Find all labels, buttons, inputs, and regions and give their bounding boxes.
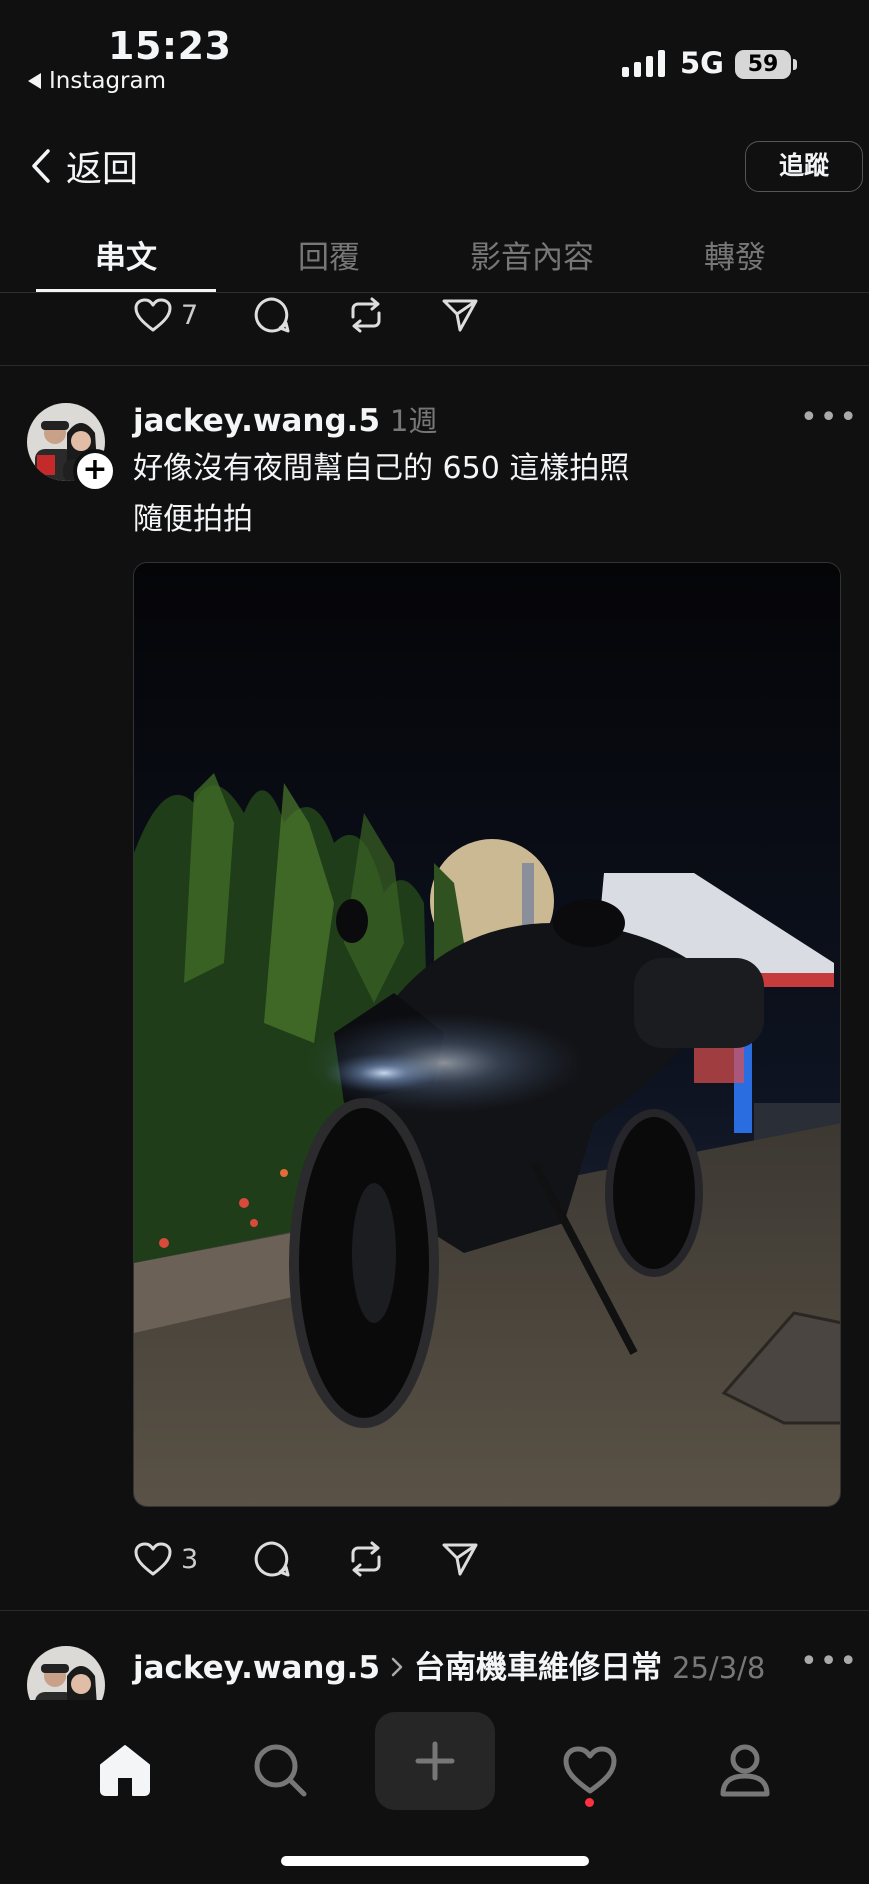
heart-icon: [134, 298, 172, 332]
like-button[interactable]: 7: [133, 297, 253, 333]
back-app-label: Instagram: [49, 68, 167, 94]
like-button[interactable]: 3: [133, 1541, 253, 1577]
tab-replies[interactable]: 回覆: [220, 232, 438, 277]
post-text-line-2: 隨便拍拍: [133, 502, 253, 537]
next-post-date: 25/3/8: [672, 1651, 766, 1685]
repost-icon: [351, 1541, 381, 1577]
send-icon: [442, 299, 478, 332]
send-icon: [442, 1543, 478, 1576]
battery-icon: 59: [735, 50, 791, 79]
post-time: 1週: [390, 404, 438, 438]
chevron-right-icon: [391, 1657, 403, 1677]
more-options-icon[interactable]: •••: [800, 400, 859, 435]
motorcycle-night-photo: [134, 563, 840, 1506]
tabs-divider: [0, 292, 869, 293]
comment-icon: [254, 297, 290, 333]
back-button[interactable]: 返回: [30, 140, 138, 192]
tab-search[interactable]: [240, 1730, 320, 1810]
network-type: 5G: [680, 46, 724, 80]
heart-icon: [563, 1746, 617, 1794]
comment-icon: [254, 1541, 290, 1577]
reply-button[interactable]: [253, 296, 347, 334]
tab-home[interactable]: [85, 1730, 165, 1810]
home-indicator: [281, 1856, 589, 1866]
notification-dot: [585, 1798, 594, 1807]
back-label: 返回: [66, 149, 139, 190]
tab-media[interactable]: 影音內容: [423, 232, 641, 277]
create-post-button[interactable]: [375, 1712, 495, 1810]
post-photo[interactable]: [133, 562, 841, 1507]
prev-post-actions: 7: [133, 296, 479, 334]
next-post-community[interactable]: 台南機車維修日常: [414, 1642, 662, 1687]
follow-plus-icon[interactable]: +: [73, 449, 117, 493]
signal-icon: [622, 50, 665, 77]
search-icon: [254, 1744, 307, 1797]
heart-icon: [134, 1542, 172, 1576]
share-button[interactable]: [441, 1541, 479, 1577]
post-divider: [0, 1610, 869, 1611]
status-time: 15:23: [108, 24, 232, 68]
home-icon: [100, 1745, 150, 1796]
tab-reposts[interactable]: 轉發: [626, 232, 844, 277]
battery-tip: [793, 59, 797, 70]
plus-icon: [415, 1741, 455, 1781]
post-username[interactable]: jackey.wang.5: [133, 403, 380, 439]
more-options-icon[interactable]: •••: [800, 1644, 859, 1679]
like-count: 3: [181, 1543, 199, 1575]
profile-icon: [720, 1744, 770, 1797]
post-actions: 3: [133, 1540, 479, 1578]
back-to-app-link[interactable]: Instagram: [28, 68, 166, 94]
tab-profile[interactable]: [705, 1730, 785, 1810]
tab-threads[interactable]: 串文: [17, 232, 235, 277]
repost-button[interactable]: [347, 1541, 441, 1577]
post-divider: [0, 365, 869, 366]
follow-button[interactable]: 追蹤: [745, 141, 863, 192]
like-count: 7: [181, 299, 199, 331]
repost-icon: [351, 297, 381, 333]
back-triangle-icon: [28, 73, 41, 89]
post-text-line-1: 好像沒有夜間幫自己的 650 這樣拍照: [133, 451, 630, 486]
reply-button[interactable]: [253, 1540, 347, 1578]
next-post-username[interactable]: jackey.wang.5: [133, 1650, 380, 1686]
repost-button[interactable]: [347, 297, 441, 333]
share-button[interactable]: [441, 297, 479, 333]
chevron-left-icon: [32, 149, 50, 183]
